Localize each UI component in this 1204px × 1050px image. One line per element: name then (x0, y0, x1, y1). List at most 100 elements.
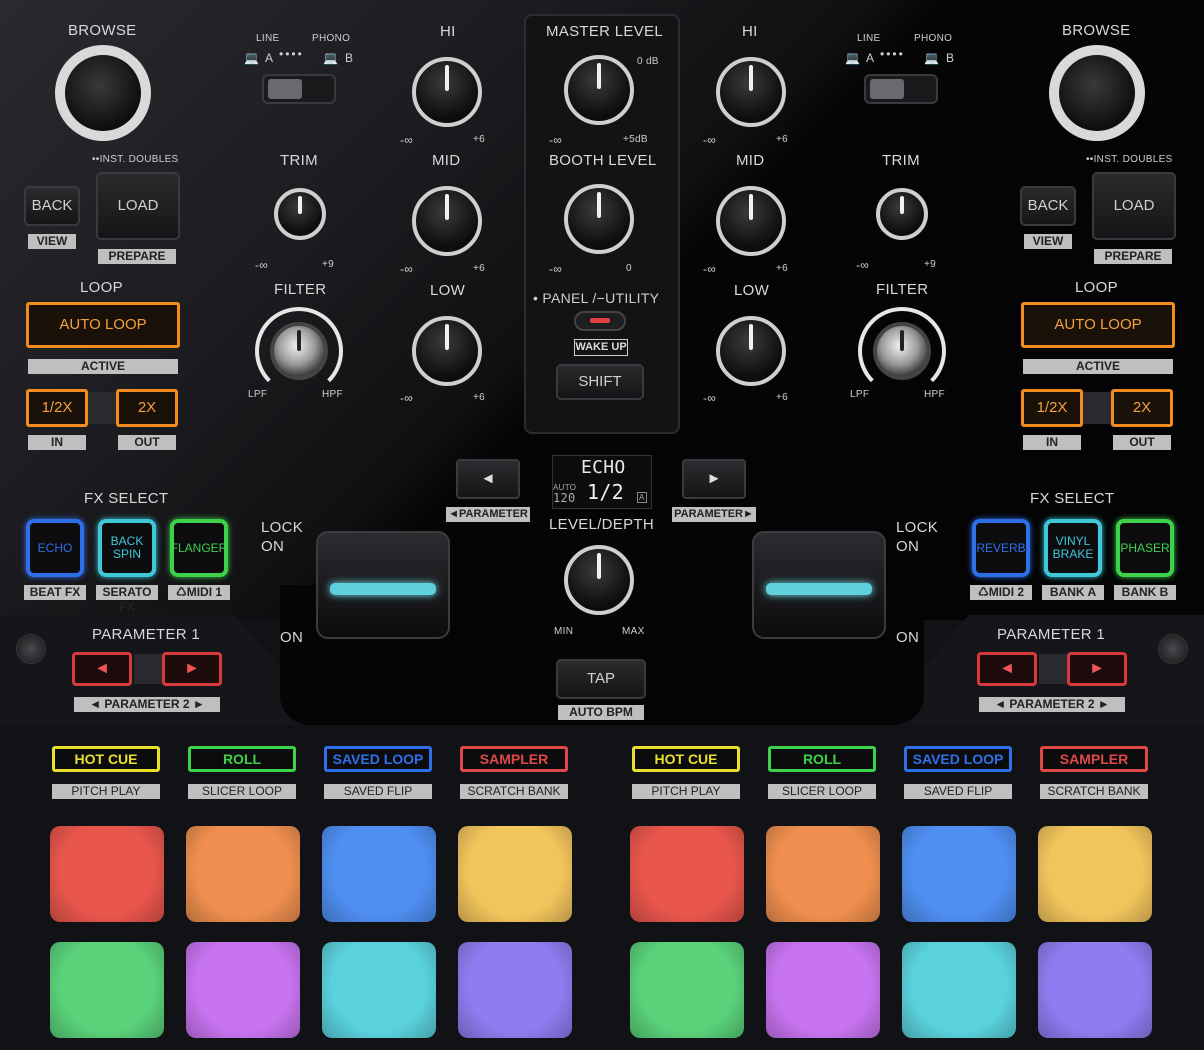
fx-label: FLANGER (170, 540, 228, 555)
trim-knob-left[interactable] (274, 188, 326, 240)
double-loop-button-right[interactable]: 2X (1111, 389, 1173, 427)
loop-label-left: LOOP (80, 279, 123, 296)
panel-button[interactable] (574, 311, 626, 331)
line-label-right: LINE (857, 33, 881, 44)
booth-level-label: BOOTH LEVEL (549, 152, 657, 169)
trim-knob-right[interactable] (876, 188, 928, 240)
low-label-right: LOW (734, 282, 770, 299)
param-left-button-right[interactable]: ◄ (977, 652, 1037, 686)
performance-pad[interactable] (186, 942, 300, 1038)
param-prev-button[interactable]: ◄ (456, 459, 520, 499)
master-level-label: MASTER LEVEL (546, 23, 663, 40)
fx-on-lever-right[interactable] (752, 531, 886, 639)
prepare-label-right: PREPARE (1094, 249, 1172, 264)
eq-max: +6 (776, 134, 789, 145)
lock-on-label-right: LOCK ON (896, 519, 939, 555)
saved-loop-button-left[interactable]: SAVED LOOP (324, 746, 432, 772)
mid-knob-left[interactable] (412, 186, 482, 256)
param-right-button-left[interactable]: ► (162, 652, 222, 686)
performance-pad[interactable] (630, 942, 744, 1038)
booth-level-knob[interactable] (564, 184, 634, 254)
lpf-label-right: LPF (850, 389, 870, 400)
slicer-loop-label-left: SLICER LOOP (188, 784, 296, 799)
lock-on-label-left: LOCK ON (261, 519, 304, 555)
hot-cue-button-right[interactable]: HOT CUE (632, 746, 740, 772)
filter-knob-left[interactable] (270, 322, 328, 380)
performance-pad[interactable] (902, 826, 1016, 922)
performance-pad[interactable] (766, 942, 880, 1038)
level-depth-knob[interactable] (564, 545, 634, 615)
load-button-right[interactable]: LOAD (1092, 172, 1176, 240)
on-label-right: ON (896, 629, 920, 646)
laptop-icon: 💻 (244, 51, 260, 65)
fx-on-lever-left[interactable] (316, 531, 450, 639)
saved-loop-button-right[interactable]: SAVED LOOP (904, 746, 1012, 772)
performance-pad[interactable] (630, 826, 744, 922)
fx-phaser-button[interactable]: PHASER (1116, 519, 1174, 577)
loop-divider (1083, 392, 1111, 424)
performance-pad[interactable] (1038, 826, 1152, 922)
browse-knob-right[interactable] (1049, 45, 1145, 141)
fx-back-spin-button[interactable]: BACK SPIN (98, 519, 156, 577)
back-button-right[interactable]: BACK (1020, 186, 1076, 226)
performance-pad[interactable] (186, 826, 300, 922)
performance-pad[interactable] (50, 942, 164, 1038)
performance-pad[interactable] (458, 826, 572, 922)
performance-pad[interactable] (1038, 942, 1152, 1038)
fx-echo-button[interactable]: ECHO (26, 519, 84, 577)
fx-flanger-button[interactable]: FLANGER (170, 519, 228, 577)
double-loop-button-left[interactable]: 2X (116, 389, 178, 427)
param-left-button-left[interactable]: ◄ (72, 652, 132, 686)
pitch-play-label-left: PITCH PLAY (52, 784, 160, 799)
fx-select-label-right: FX SELECT (1030, 490, 1115, 507)
dj-controller-panel: BROWSE LINE PHONO 💻 A •••• 💻 B ••INST. D… (0, 0, 1204, 1050)
low-knob-right[interactable] (716, 316, 786, 386)
pitch-play-label-right: PITCH PLAY (632, 784, 740, 799)
fx-label: PHASER (1120, 540, 1170, 555)
master-level-knob[interactable] (564, 55, 634, 125)
active-label-right: ACTIVE (1023, 359, 1173, 374)
hi-knob-left[interactable] (412, 57, 482, 127)
param-right-button-right[interactable]: ► (1067, 652, 1127, 686)
performance-pad[interactable] (322, 942, 436, 1038)
hi-knob-right[interactable] (716, 57, 786, 127)
lpf-label-left: LPF (248, 389, 268, 400)
low-knob-left[interactable] (412, 316, 482, 386)
input-selector-right[interactable] (864, 74, 938, 104)
tap-button[interactable]: TAP (556, 659, 646, 699)
mid-knob-right[interactable] (716, 186, 786, 256)
performance-pad[interactable] (50, 826, 164, 922)
fx-display: ECHO AUTO 120 1/2 A (552, 455, 652, 509)
back-button-left[interactable]: BACK (24, 186, 80, 226)
phono-label-right: PHONO (914, 33, 953, 44)
performance-pad[interactable] (458, 942, 572, 1038)
browse-knob-left[interactable] (55, 45, 151, 141)
hot-cue-button-left[interactable]: HOT CUE (52, 746, 160, 772)
lever-light (766, 583, 872, 595)
auto-loop-button-left[interactable]: AUTO LOOP (26, 302, 180, 348)
sampler-button-left[interactable]: SAMPLER (460, 746, 568, 772)
parameter2-label-left: ◄ PARAMETER 2 ► (74, 697, 220, 712)
eq-max: +6 (473, 263, 486, 274)
performance-pad[interactable] (766, 826, 880, 922)
roll-button-right[interactable]: ROLL (768, 746, 876, 772)
shift-button[interactable]: SHIFT (556, 364, 644, 400)
input-selector-left[interactable] (262, 74, 336, 104)
sampler-button-right[interactable]: SAMPLER (1040, 746, 1148, 772)
load-button-left[interactable]: LOAD (96, 172, 180, 240)
performance-pad[interactable] (902, 942, 1016, 1038)
half-loop-button-left[interactable]: 1/2X (26, 389, 88, 427)
eq-min: -∞ (703, 262, 717, 276)
hpf-label-left: HPF (322, 389, 343, 400)
slicer-loop-label-right: SLICER LOOP (768, 784, 876, 799)
fx-vinyl-brake-button[interactable]: VINYL BRAKE (1044, 519, 1102, 577)
param-next-button[interactable]: ► (682, 459, 746, 499)
filter-knob-right[interactable] (873, 322, 931, 380)
input-a-label-right: A (866, 51, 875, 65)
fx-reverb-button[interactable]: REVERB (972, 519, 1030, 577)
auto-loop-button-right[interactable]: AUTO LOOP (1021, 302, 1175, 348)
half-loop-button-right[interactable]: 1/2X (1021, 389, 1083, 427)
toggle-knob (870, 79, 904, 99)
performance-pad[interactable] (322, 826, 436, 922)
roll-button-left[interactable]: ROLL (188, 746, 296, 772)
